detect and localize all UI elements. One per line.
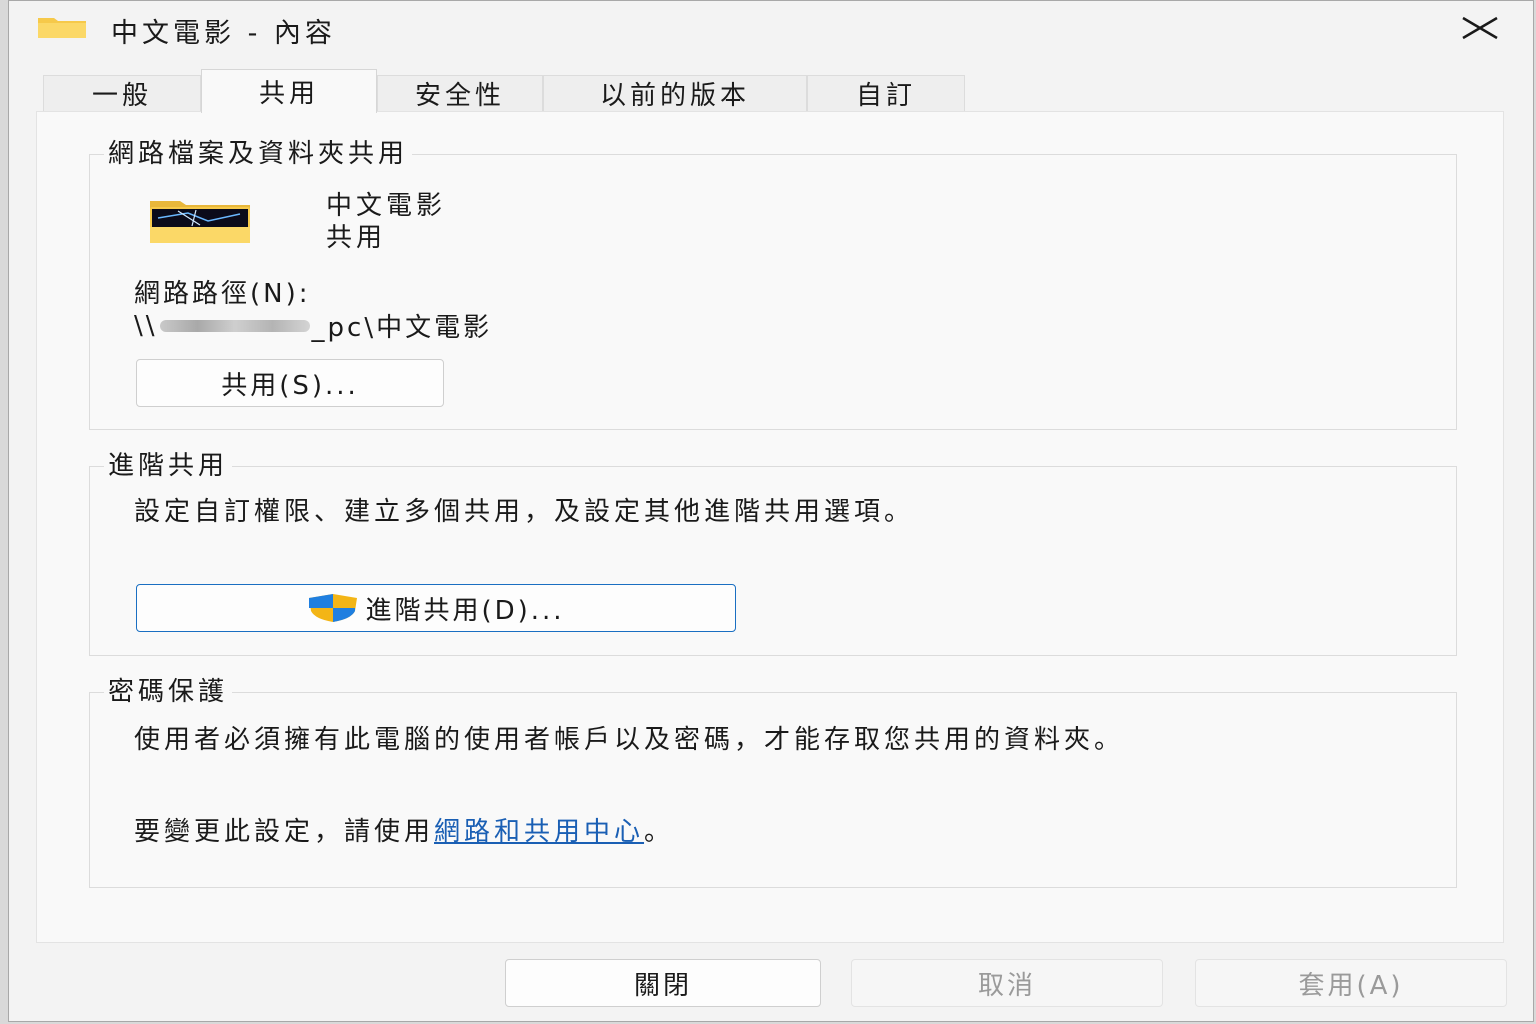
- group-legend: 網路檔案及資料夾共用: [104, 133, 413, 170]
- share-button[interactable]: 共用(S)...: [136, 359, 444, 407]
- properties-dialog: 中文電影 - 內容 一般 共用 安全性 以前的版本 自訂 網路檔案及資料夾共用 …: [8, 0, 1534, 1022]
- sharing-panel: 網路檔案及資料夾共用 中文電影 共用 網路路徑(N): \\ _pc\中文電影 …: [36, 111, 1504, 943]
- close-icon: [1462, 16, 1498, 40]
- network-sharing-group: 網路檔案及資料夾共用 中文電影 共用 網路路徑(N): \\ _pc\中文電影 …: [89, 133, 1457, 430]
- title-bar: 中文電影 - 內容: [9, 1, 1533, 59]
- shared-folder-icon: [150, 201, 250, 243]
- close-button[interactable]: [1453, 7, 1507, 49]
- network-path-value: \\ _pc\中文電影: [134, 307, 492, 344]
- uac-shield-icon: [309, 594, 358, 622]
- tab-general[interactable]: 一般: [43, 75, 201, 111]
- tab-security[interactable]: 安全性: [377, 75, 543, 111]
- password-protection-description: 使用者必須擁有此電腦的使用者帳戶以及密碼，才能存取您共用的資料夾。: [134, 725, 1125, 755]
- advanced-sharing-group: 進階共用 設定自訂權限、建立多個共用，及設定其他進階共用選項。 進階共用(D).…: [89, 445, 1457, 656]
- password-change-prefix: 要變更此設定，請使用: [134, 817, 435, 847]
- window-title: 中文電影 - 內容: [111, 18, 336, 49]
- network-sharing-center-link[interactable]: 網路和共用中心: [434, 817, 644, 847]
- group-legend: 密碼保護: [104, 671, 233, 708]
- network-path-suffix: _pc\中文電影: [311, 313, 493, 343]
- tab-sharing[interactable]: 共用: [201, 69, 377, 113]
- network-path-prefix: \\: [134, 310, 158, 341]
- network-path-label: 網路路徑(N):: [134, 279, 311, 309]
- password-change-text: 要變更此設定，請使用網路和共用中心。: [134, 811, 674, 848]
- tab-previous-versions[interactable]: 以前的版本: [543, 75, 807, 111]
- redacted-computer-name: [159, 319, 310, 332]
- group-legend: 進階共用: [104, 445, 233, 482]
- password-protection-group: 密碼保護 使用者必須擁有此電腦的使用者帳戶以及密碼，才能存取您共用的資料夾。 要…: [89, 671, 1457, 888]
- cancel-button[interactable]: 取消: [851, 959, 1163, 1007]
- advanced-sharing-description: 設定自訂權限、建立多個共用，及設定其他進階共用選項。: [134, 497, 915, 527]
- password-change-suffix: 。: [644, 817, 675, 847]
- apply-button[interactable]: 套用(A): [1195, 959, 1507, 1007]
- advanced-sharing-button-label: 進階共用(D)...: [365, 595, 565, 626]
- tab-customize[interactable]: 自訂: [807, 75, 965, 111]
- close-dialog-button[interactable]: 關閉: [505, 959, 821, 1007]
- advanced-sharing-button[interactable]: 進階共用(D)...: [136, 584, 736, 632]
- share-state: 共用: [326, 223, 387, 253]
- folder-icon: [38, 18, 86, 38]
